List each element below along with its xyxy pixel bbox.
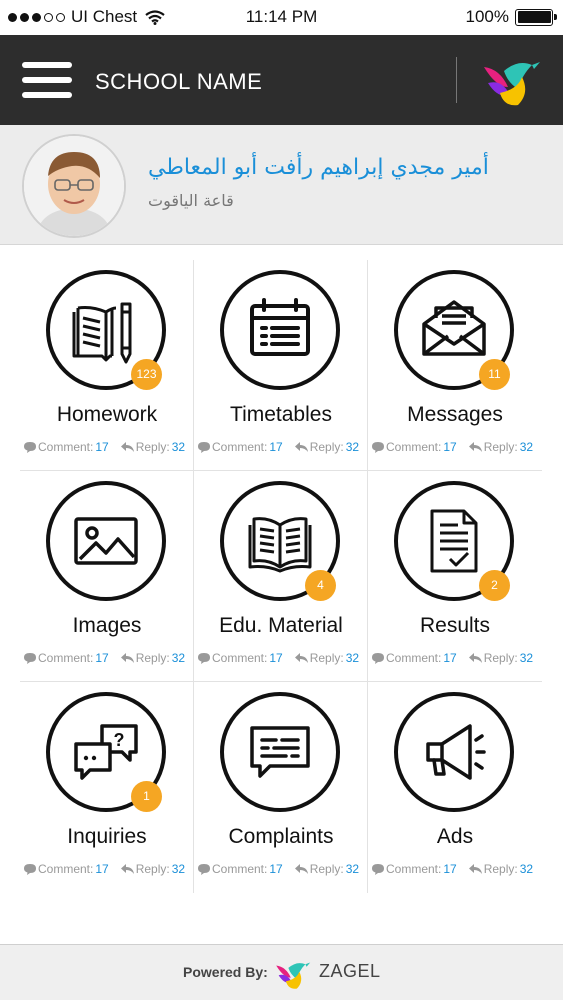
reply-count[interactable]: Reply: 32 xyxy=(294,862,359,876)
header-divider xyxy=(456,57,457,103)
comment-count[interactable]: Comment: 17 xyxy=(372,440,457,454)
reply-icon xyxy=(468,863,482,874)
tile-messages[interactable]: 11 Messages Comment: 17 Reply: 32 xyxy=(368,260,542,470)
comment-count[interactable]: Comment: 17 xyxy=(24,862,109,876)
notification-badge: 4 xyxy=(305,570,336,601)
comment-count[interactable]: Comment: 17 xyxy=(372,651,457,665)
tile-label: Homework xyxy=(56,403,158,426)
reply-count[interactable]: Reply: 32 xyxy=(468,651,533,665)
tile-meta: Comment: 17 Reply: 32 xyxy=(372,651,542,665)
comment-count[interactable]: Comment: 17 xyxy=(198,862,283,876)
tile-inquiries[interactable]: ? 1 Inquiries Comment: 17 Reply: 32 xyxy=(20,682,194,893)
image-icon xyxy=(74,517,138,565)
comment-icon xyxy=(24,652,36,664)
reply-count[interactable]: Reply: 32 xyxy=(294,440,359,454)
tile-results[interactable]: 2 Results Comment: 17 Reply: 32 xyxy=(368,471,542,681)
tile-label: Ads xyxy=(436,825,474,848)
tile-meta: Comment: 17 Reply: 32 xyxy=(24,440,194,454)
tile-label: Edu. Material xyxy=(219,614,343,637)
comment-count[interactable]: Comment: 17 xyxy=(24,651,109,665)
comment-icon xyxy=(372,441,384,453)
comment-icon xyxy=(24,863,36,875)
reply-icon xyxy=(468,652,482,663)
tile-label: Messages xyxy=(407,403,503,426)
tile-icon-circle xyxy=(220,692,340,812)
tile-icon-circle xyxy=(394,692,514,812)
notification-badge: 11 xyxy=(479,359,510,390)
reply-count[interactable]: Reply: 32 xyxy=(294,651,359,665)
battery-icon xyxy=(515,8,557,26)
zagel-logo-icon xyxy=(276,962,311,989)
tile-meta: Comment: 17 Reply: 32 xyxy=(372,440,542,454)
student-name: أمير مجدي إبراهيم رأفت أبو المعاطي xyxy=(148,155,489,180)
school-name: SCHOOL NAME xyxy=(95,69,263,94)
comment-icon xyxy=(24,441,36,453)
powered-by-label: Powered By: xyxy=(183,964,268,980)
comment-count[interactable]: Comment: 17 xyxy=(24,440,109,454)
notification-badge: 2 xyxy=(479,570,510,601)
tile-images[interactable]: Images Comment: 17 Reply: 32 xyxy=(20,471,194,681)
comment-icon xyxy=(198,652,210,664)
tile-label: Images xyxy=(72,614,142,637)
reply-count[interactable]: Reply: 32 xyxy=(468,862,533,876)
notification-badge: 1 xyxy=(131,781,162,812)
notification-badge: 123 xyxy=(131,359,162,390)
app-logo-icon xyxy=(484,62,540,106)
reply-count[interactable]: Reply: 32 xyxy=(120,862,185,876)
student-profile[interactable]: أمير مجدي إبراهيم رأفت أبو المعاطي قاعة … xyxy=(0,125,563,245)
svg-text:?: ? xyxy=(114,730,125,750)
megaphone-icon xyxy=(426,724,486,780)
chat-lines-icon xyxy=(250,726,310,778)
comment-icon xyxy=(372,652,384,664)
battery-percent: 100% xyxy=(465,7,509,26)
reply-count[interactable]: Reply: 32 xyxy=(468,440,533,454)
grid-row: Images Comment: 17 Reply: 32 4 Edu. Mate… xyxy=(20,471,542,682)
tile-edu-material[interactable]: 4 Edu. Material Comment: 17 Reply: 32 xyxy=(194,471,368,681)
reply-icon xyxy=(294,652,308,663)
reply-icon xyxy=(468,441,482,452)
comment-icon xyxy=(198,441,210,453)
tile-meta: Comment: 17 Reply: 32 xyxy=(198,862,368,876)
tile-meta: Comment: 17 Reply: 32 xyxy=(24,651,194,665)
tile-label: Timetables xyxy=(230,403,332,426)
tile-meta: Comment: 17 Reply: 32 xyxy=(24,862,194,876)
tile-label: Results xyxy=(419,614,491,637)
tile-icon-circle xyxy=(46,481,166,601)
comment-count[interactable]: Comment: 17 xyxy=(198,440,283,454)
reply-count[interactable]: Reply: 32 xyxy=(120,440,185,454)
tile-label: Inquiries xyxy=(67,825,147,848)
comment-icon xyxy=(372,863,384,875)
tile-homework[interactable]: 123 Homework Comment: 17 Reply: 32 xyxy=(20,260,194,470)
tile-meta: Comment: 17 Reply: 32 xyxy=(372,862,542,876)
comment-count[interactable]: Comment: 17 xyxy=(198,651,283,665)
menu-icon[interactable] xyxy=(22,62,72,98)
tile-meta: Comment: 17 Reply: 32 xyxy=(198,440,368,454)
calendar-icon xyxy=(250,298,310,356)
student-hall: قاعة الياقوت xyxy=(148,191,234,210)
reply-count[interactable]: Reply: 32 xyxy=(120,651,185,665)
footer: Powered By: ZAGEL xyxy=(0,944,563,1000)
brand-name: ZAGEL xyxy=(319,961,381,981)
tile-icon-circle xyxy=(220,270,340,390)
reply-icon xyxy=(120,863,134,874)
reply-icon xyxy=(294,863,308,874)
grid-row: 123 Homework Comment: 17 Reply: 32 Timet… xyxy=(20,260,542,471)
reply-icon xyxy=(120,652,134,663)
tile-ads[interactable]: Ads Comment: 17 Reply: 32 xyxy=(368,682,542,893)
status-bar: UI Chest 11:14 PM 100% xyxy=(0,0,563,35)
tile-timetables[interactable]: Timetables Comment: 17 Reply: 32 xyxy=(194,260,368,470)
feature-grid: 123 Homework Comment: 17 Reply: 32 Timet… xyxy=(20,260,542,893)
reply-icon xyxy=(294,441,308,452)
tile-complaints[interactable]: Complaints Comment: 17 Reply: 32 xyxy=(194,682,368,893)
comment-count[interactable]: Comment: 17 xyxy=(372,862,457,876)
app-header: SCHOOL NAME xyxy=(0,35,563,125)
tile-label: Complaints xyxy=(228,825,334,848)
reply-icon xyxy=(120,441,134,452)
grid-row: ? 1 Inquiries Comment: 17 Reply: 32 Comp… xyxy=(20,682,542,893)
tile-meta: Comment: 17 Reply: 32 xyxy=(198,651,368,665)
student-avatar xyxy=(22,134,126,238)
comment-icon xyxy=(198,863,210,875)
